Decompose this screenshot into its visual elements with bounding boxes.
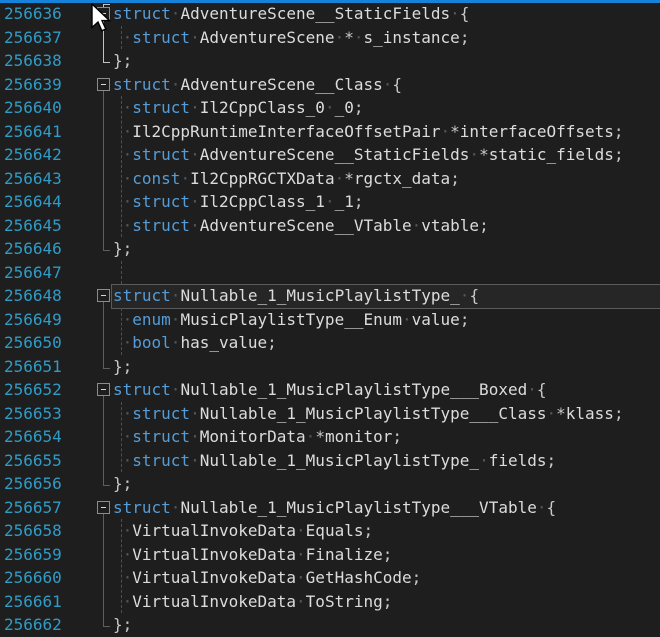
code-text: }; bbox=[113, 355, 132, 379]
code-line[interactable]: 256650 ·bool·has_value; bbox=[0, 331, 660, 355]
code-line[interactable]: 256660 ·VirtualInvokeData·GetHashCode; bbox=[0, 566, 660, 590]
code-line[interactable]: 256639 struct·AdventureScene__Class·{ bbox=[0, 73, 660, 97]
line-number: 256646 bbox=[4, 237, 62, 261]
code-text: ·struct·Nullable_1_MusicPlaylistType___C… bbox=[113, 402, 624, 426]
line-number: 256652 bbox=[4, 378, 62, 402]
line-number: 256655 bbox=[4, 449, 62, 473]
line-number: 256654 bbox=[4, 425, 62, 449]
code-text: }; bbox=[113, 49, 132, 73]
code-line[interactable]: 256641 ·Il2CppRuntimeInterfaceOffsetPair… bbox=[0, 120, 660, 144]
code-line[interactable]: 256646}; bbox=[0, 237, 660, 261]
code-line[interactable]: 256662}; bbox=[0, 613, 660, 637]
code-line[interactable]: 256657 struct·Nullable_1_MusicPlaylistTyp… bbox=[0, 496, 660, 520]
code-editor[interactable]: 256636 struct·AdventureScene__StaticField… bbox=[0, 0, 660, 615]
line-number: 256645 bbox=[4, 214, 62, 238]
code-text: ·bool·has_value; bbox=[113, 331, 277, 355]
code-text: }; bbox=[113, 613, 132, 637]
code-text: struct·Nullable_1_MusicPlaylistType___Bo… bbox=[113, 378, 547, 402]
code-text: ·VirtualInvokeData·Equals; bbox=[113, 519, 373, 543]
line-number: 256641 bbox=[4, 120, 62, 144]
code-line[interactable]: 256655 ·struct·Nullable_1_MusicPlaylistT… bbox=[0, 449, 660, 473]
code-text: ·VirtualInvokeData·Finalize; bbox=[113, 543, 392, 567]
line-number: 256660 bbox=[4, 566, 62, 590]
code-text: struct·AdventureScene__Class·{ bbox=[113, 73, 402, 97]
code-text: ·struct·AdventureScene__StaticFields·*st… bbox=[113, 143, 624, 167]
code-line[interactable]: 256645 ·struct·AdventureScene__VTable·vt… bbox=[0, 214, 660, 238]
line-number: 256661 bbox=[4, 590, 62, 614]
code-text: ·struct·Il2CppClass_1·_1; bbox=[113, 190, 363, 214]
line-number: 256648 bbox=[4, 284, 62, 308]
code-line[interactable]: 256651}; bbox=[0, 355, 660, 379]
line-number: 256644 bbox=[4, 190, 62, 214]
line-number: 256647 bbox=[4, 261, 62, 285]
mouse-cursor-icon bbox=[91, 3, 115, 37]
code-text: ·struct·Nullable_1_MusicPlaylistType_·fi… bbox=[113, 449, 556, 473]
code-line[interactable]: 256649 ·enum·MusicPlaylistType__Enum·val… bbox=[0, 308, 660, 332]
line-number: 256642 bbox=[4, 143, 62, 167]
code-text: ·struct·AdventureScene__VTable·vtable; bbox=[113, 214, 489, 238]
code-text: ·const·Il2CppRGCTXData·*rgctx_data; bbox=[113, 167, 460, 191]
line-number: 256662 bbox=[4, 613, 62, 637]
line-number: 256657 bbox=[4, 496, 62, 520]
code-line[interactable]: 256653 ·struct·Nullable_1_MusicPlaylistT… bbox=[0, 402, 660, 426]
code-line[interactable]: 256643 ·const·Il2CppRGCTXData·*rgctx_dat… bbox=[0, 167, 660, 191]
line-number: 256638 bbox=[4, 49, 62, 73]
code-line[interactable]: 256659 ·VirtualInvokeData·Finalize; bbox=[0, 543, 660, 567]
line-number: 256639 bbox=[4, 73, 62, 97]
code-text: struct·Nullable_1_MusicPlaylistType___VT… bbox=[113, 496, 556, 520]
code-line[interactable]: 256652 struct·Nullable_1_MusicPlaylistTyp… bbox=[0, 378, 660, 402]
code-text: ·VirtualInvokeData·ToString; bbox=[113, 590, 392, 614]
code-line[interactable]: 256656}; bbox=[0, 472, 660, 496]
code-text: }; bbox=[113, 237, 132, 261]
code-line[interactable]: 256654 ·struct·MonitorData·*monitor; bbox=[0, 425, 660, 449]
line-number: 256649 bbox=[4, 308, 62, 332]
code-line[interactable]: 256647 bbox=[0, 261, 660, 285]
code-line[interactable]: 256638}; bbox=[0, 49, 660, 73]
line-number: 256637 bbox=[4, 26, 62, 50]
code-line[interactable]: 256661 ·VirtualInvokeData·ToString; bbox=[0, 590, 660, 614]
code-line[interactable]: 256644 ·struct·Il2CppClass_1·_1; bbox=[0, 190, 660, 214]
code-line[interactable]: 256648 struct·Nullable_1_MusicPlaylistTyp… bbox=[0, 284, 660, 308]
code-text: ·VirtualInvokeData·GetHashCode; bbox=[113, 566, 421, 590]
code-text: ·Il2CppRuntimeInterfaceOffsetPair·*inter… bbox=[113, 120, 624, 144]
code-text: ·struct·MonitorData·*monitor; bbox=[113, 425, 402, 449]
code-text: ·struct·AdventureScene·*·s_instance; bbox=[113, 26, 469, 50]
line-number: 256640 bbox=[4, 96, 62, 120]
code-text: ·struct·Il2CppClass_0·_0; bbox=[113, 96, 363, 120]
line-number: 256653 bbox=[4, 402, 62, 426]
line-number: 256656 bbox=[4, 472, 62, 496]
code-text: ·enum·MusicPlaylistType__Enum·value; bbox=[113, 308, 469, 332]
code-text: }; bbox=[113, 472, 132, 496]
code-line[interactable]: 256640 ·struct·Il2CppClass_0·_0; bbox=[0, 96, 660, 120]
code-text: struct·AdventureScene__StaticFields·{ bbox=[113, 2, 469, 26]
line-number: 256650 bbox=[4, 331, 62, 355]
code-text: struct·Nullable_1_MusicPlaylistType_·{ bbox=[113, 284, 479, 308]
line-number: 256659 bbox=[4, 543, 62, 567]
line-number: 256643 bbox=[4, 167, 62, 191]
line-number: 256651 bbox=[4, 355, 62, 379]
code-line[interactable]: 256642 ·struct·AdventureScene__StaticFie… bbox=[0, 143, 660, 167]
code-lines: 256636 struct·AdventureScene__StaticField… bbox=[0, 2, 660, 637]
line-number: 256658 bbox=[4, 519, 62, 543]
line-number: 256636 bbox=[4, 2, 62, 26]
code-line[interactable]: 256658 ·VirtualInvokeData·Equals; bbox=[0, 519, 660, 543]
